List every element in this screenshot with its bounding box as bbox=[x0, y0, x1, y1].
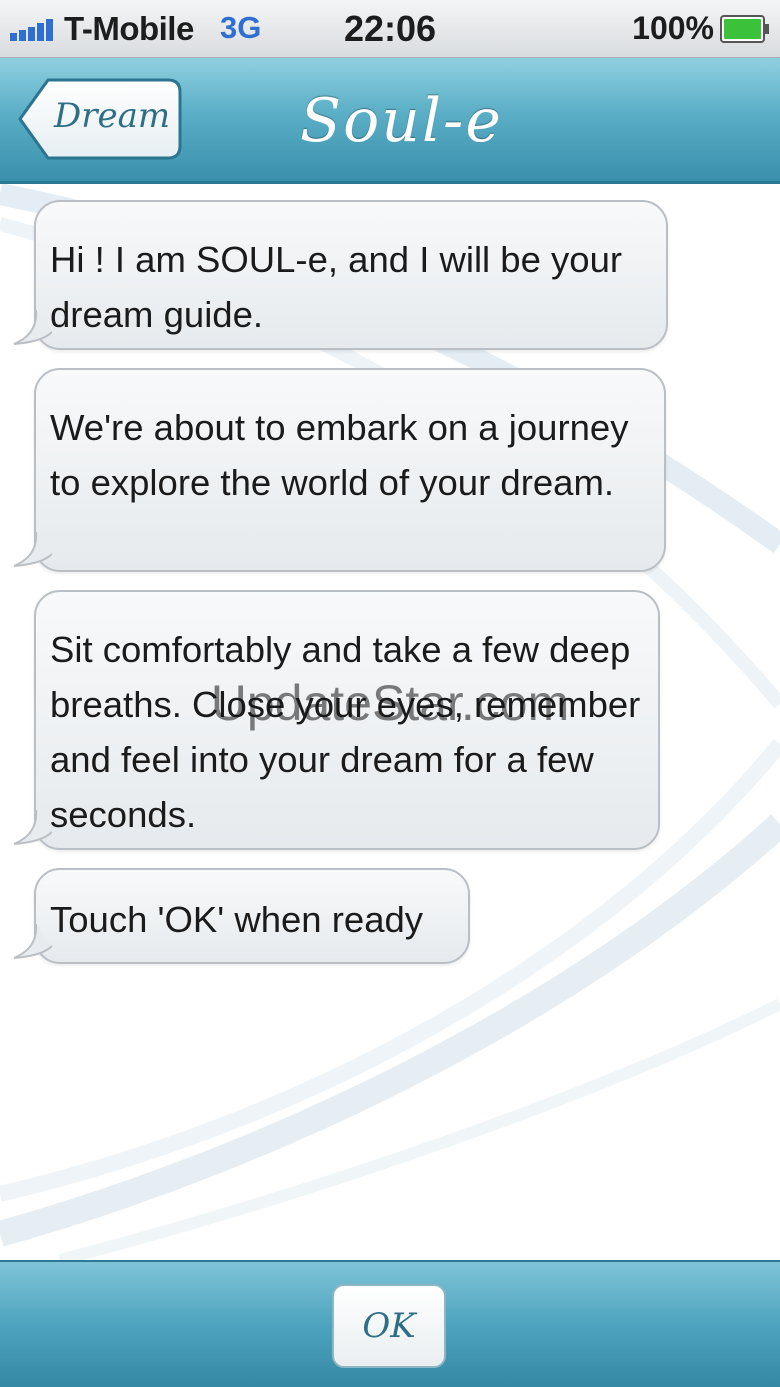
message-bubble: Touch 'OK' when ready bbox=[34, 868, 470, 964]
bubble-tail bbox=[13, 310, 52, 345]
message-text: Sit comfortably and take a few deep brea… bbox=[50, 629, 641, 835]
battery-percentage: 100% bbox=[632, 10, 714, 46]
message-text: We're about to embark on a journey to ex… bbox=[50, 407, 629, 503]
message-text: Hi ! I am SOUL-e, and I will be your dre… bbox=[50, 239, 623, 335]
app-title: Soul-e bbox=[300, 86, 503, 156]
bubble-tail bbox=[13, 810, 52, 845]
bubble-tail bbox=[13, 532, 52, 567]
message-bubble: Hi ! I am SOUL-e, and I will be your dre… bbox=[34, 200, 668, 350]
watermark: UpdateStar.com bbox=[210, 675, 570, 731]
back-button-label: Dream bbox=[54, 96, 171, 136]
status-bar: T-Mobile 3G 22:06 100% bbox=[0, 0, 780, 58]
chat-area[interactable]: Hi ! I am SOUL-e, and I will be your dre… bbox=[0, 184, 780, 1260]
ok-button[interactable]: OK bbox=[332, 1284, 446, 1368]
message-text: Touch 'OK' when ready bbox=[50, 899, 424, 940]
back-button-dream[interactable]: Dream bbox=[18, 78, 182, 160]
bubble-tail bbox=[13, 924, 52, 959]
message-bubble: We're about to embark on a journey to ex… bbox=[34, 368, 666, 572]
battery-icon bbox=[720, 15, 769, 43]
bottom-toolbar: OK bbox=[0, 1260, 780, 1387]
navigation-bar: Dream Soul-e bbox=[0, 58, 780, 184]
